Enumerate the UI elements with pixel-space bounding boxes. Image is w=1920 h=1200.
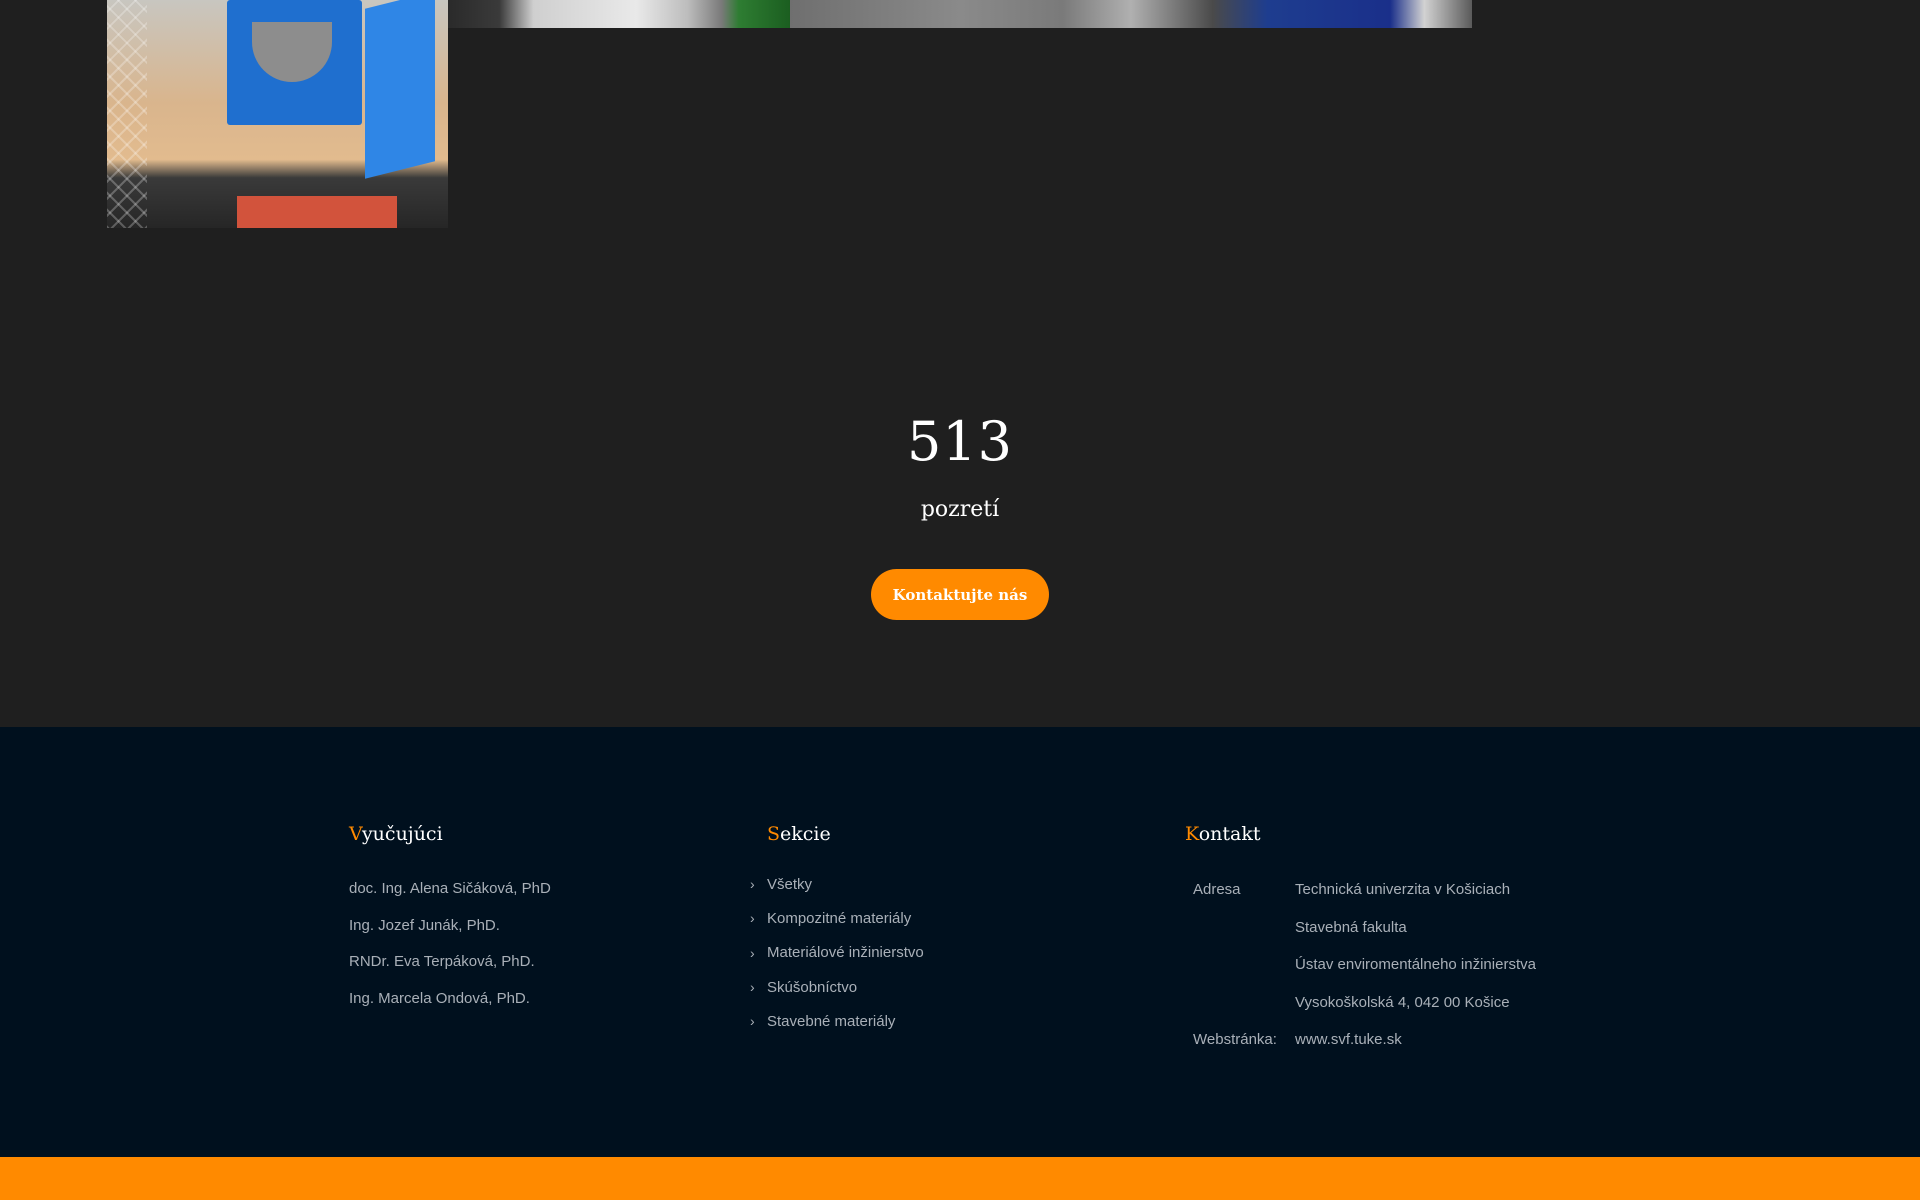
section-link-skusobnictvo[interactable]: › Skúšobníctvo bbox=[750, 970, 924, 1004]
teacher-item: doc. Ing. Alena Sičáková, PhD bbox=[349, 880, 551, 897]
section-link-vsetky[interactable]: › Všetky bbox=[750, 867, 924, 901]
chevron-right-icon: › bbox=[750, 944, 755, 961]
photo-gallery bbox=[0, 0, 1920, 240]
contact-us-button[interactable]: Kontaktujte nás bbox=[871, 569, 1049, 620]
teacher-item: Ing. Marcela Ondová, PhD. bbox=[349, 989, 530, 1007]
section-list: › Všetky › Kompozitné materiály › Materiálo… bbox=[750, 867, 924, 1038]
website-label: Webstránka: bbox=[1193, 1031, 1277, 1048]
gallery-photo-mixer[interactable] bbox=[107, 0, 448, 228]
contact-table: Adresa Technická univerzita v Košiciach S… bbox=[1193, 871, 1536, 1059]
view-count-number: 513 bbox=[906, 410, 1014, 473]
address-line: Stavebná fakulta bbox=[1295, 918, 1407, 936]
section-link-materialove[interactable]: › Materiálové inžinierstvo bbox=[750, 936, 924, 970]
section-link-kompozitne[interactable]: › Kompozitné materiály bbox=[750, 901, 924, 935]
website-link[interactable]: www.svf.tuke.sk bbox=[1295, 1021, 1402, 1059]
chevron-right-icon: › bbox=[750, 1013, 755, 1030]
section-link-stavebne[interactable]: › Stavebné materiály bbox=[750, 1004, 924, 1038]
teacher-item: RNDr. Eva Terpáková, PhD. bbox=[349, 953, 535, 970]
address-line: Technická univerzita v Košiciach bbox=[1295, 881, 1511, 898]
footer-teachers-column: Vyučujúci doc. Ing. Alena Sičáková, PhD … bbox=[349, 823, 551, 1017]
footer-sections-column: Sekcie › Všetky › Kompozitné materiály › Ma… bbox=[750, 823, 924, 1038]
site-footer: Vyučujúci doc. Ing. Alena Sičáková, PhD … bbox=[0, 727, 1920, 1157]
footer-contact-column: Kontakt Adresa Technická univerzita v Koš… bbox=[1185, 823, 1536, 1059]
teacher-item: Ing. Jozef Junák, PhD. bbox=[349, 916, 500, 934]
view-count-label: pozretí bbox=[920, 497, 1000, 522]
teachers-heading: Vyučujúci bbox=[349, 823, 443, 845]
address-label: Adresa bbox=[1193, 881, 1241, 898]
view-counter: 513 pozretí bbox=[0, 410, 1920, 522]
sections-heading: Sekcie bbox=[767, 823, 831, 845]
chevron-right-icon: › bbox=[750, 979, 755, 996]
gallery-photo[interactable] bbox=[790, 0, 1472, 28]
chevron-right-icon: › bbox=[750, 910, 755, 927]
address-line: Vysokoškolská 4, 042 00 Košice bbox=[1295, 993, 1510, 1011]
chevron-right-icon: › bbox=[750, 876, 755, 893]
bottom-accent-bar bbox=[0, 1157, 1920, 1200]
gallery-photo[interactable] bbox=[448, 0, 790, 28]
address-line: Ústav enviromentálneho inžinierstva bbox=[1295, 956, 1536, 973]
contact-heading: Kontakt bbox=[1185, 823, 1261, 845]
teacher-list: doc. Ing. Alena Sičáková, PhD Ing. Jozef… bbox=[349, 871, 551, 1017]
